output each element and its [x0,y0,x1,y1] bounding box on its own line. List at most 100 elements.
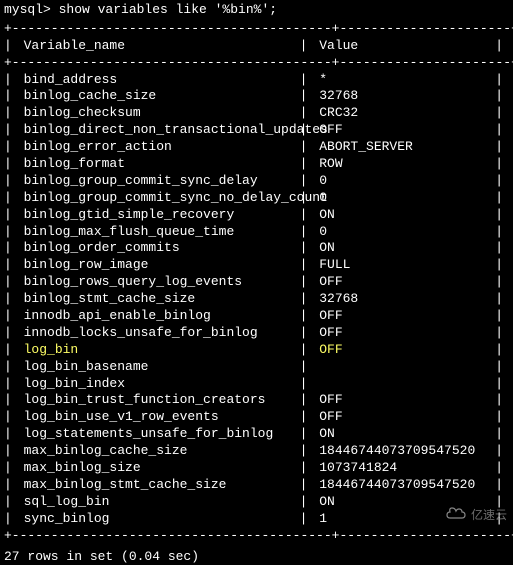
table-row: | binlog_max_flush_queue_time| 0| [4,224,509,241]
column-separator: | [495,240,503,257]
variable-name-cell: binlog_rows_query_log_events [20,274,300,291]
column-separator: | [495,122,503,139]
value-cell: FULL [315,257,495,274]
value-cell: 1073741824 [315,460,495,477]
column-separator: | [300,105,316,122]
variable-name-cell: binlog_group_commit_sync_delay [20,173,300,190]
value-cell: CRC32 [315,105,495,122]
column-separator: | [4,325,20,342]
column-separator: | [4,105,20,122]
column-separator: | [4,409,20,426]
column-separator: | [300,342,316,359]
table-row: | binlog_rows_query_log_events| OFF| [4,274,509,291]
value-cell: OFF [315,342,495,359]
variable-name-cell: binlog_direct_non_transactional_updates [20,122,300,139]
column-separator: | [4,156,20,173]
variable-name-cell: binlog_checksum [20,105,300,122]
variable-name-cell: sync_binlog [20,511,300,528]
column-separator: | [4,257,20,274]
mysql-prompt[interactable]: mysql> show variables like '%bin%'; [4,2,509,19]
column-separator: | [495,477,503,494]
column-separator: | [300,38,316,55]
table-row: | log_bin_use_v1_row_events| OFF| [4,409,509,426]
cloud-icon [445,506,467,526]
table-header-row: | Variable_name | Value | [4,38,509,55]
column-separator: | [300,409,316,426]
column-separator: | [300,72,316,89]
column-separator: | [495,224,503,241]
column-separator: | [4,460,20,477]
column-separator: | [495,460,503,477]
table-border-bot: +---------------------------------------… [4,528,509,545]
value-cell: ON [315,240,495,257]
value-cell: OFF [315,308,495,325]
column-separator: | [4,376,20,393]
column-separator: | [4,308,20,325]
variable-name-cell: binlog_group_commit_sync_no_delay_count [20,190,300,207]
column-separator: | [4,190,20,207]
column-separator: | [4,443,20,460]
column-separator: | [495,308,503,325]
value-cell: OFF [315,274,495,291]
column-separator: | [300,291,316,308]
table-body: | bind_address| *|| binlog_cache_size| 3… [4,72,509,528]
table-row: | sql_log_bin| ON| [4,494,509,511]
column-separator: | [300,224,316,241]
column-separator: | [495,274,503,291]
column-separator: | [300,240,316,257]
column-separator: | [495,426,503,443]
column-separator: | [4,392,20,409]
table-row: | max_binlog_size| 1073741824| [4,460,509,477]
column-separator: | [300,156,316,173]
column-separator: | [4,426,20,443]
column-separator: | [495,376,503,393]
column-separator: | [300,190,316,207]
value-cell: ABORT_SERVER [315,139,495,156]
table-row: | sync_binlog| 1| [4,511,509,528]
column-separator: | [300,359,316,376]
variable-name-cell: max_binlog_stmt_cache_size [20,477,300,494]
table-row: | log_bin_index| | [4,376,509,393]
column-separator: | [300,274,316,291]
value-cell: 18446744073709547520 [315,443,495,460]
column-separator: | [4,88,20,105]
column-separator: | [4,494,20,511]
variable-name-cell: log_statements_unsafe_for_binlog [20,426,300,443]
column-separator: | [495,409,503,426]
table-row: | binlog_stmt_cache_size| 32768| [4,291,509,308]
column-separator: | [300,494,316,511]
table-row: | binlog_group_commit_sync_delay| 0| [4,173,509,190]
column-separator: | [300,392,316,409]
table-row: | binlog_group_commit_sync_no_delay_coun… [4,190,509,207]
table-row: | binlog_order_commits| ON| [4,240,509,257]
column-separator: | [4,173,20,190]
column-separator: | [300,207,316,224]
column-separator: | [4,477,20,494]
value-cell: OFF [315,325,495,342]
value-cell: OFF [315,122,495,139]
variable-name-cell: max_binlog_cache_size [20,443,300,460]
header-value: Value [315,38,495,55]
column-separator: | [495,88,503,105]
column-separator: | [300,511,316,528]
column-separator: | [4,38,20,55]
value-cell [315,376,495,393]
column-separator: | [300,477,316,494]
column-separator: | [4,224,20,241]
variable-name-cell: binlog_error_action [20,139,300,156]
table-row: | innodb_api_enable_binlog| OFF| [4,308,509,325]
column-separator: | [495,105,503,122]
column-separator: | [495,359,503,376]
variable-name-cell: binlog_max_flush_queue_time [20,224,300,241]
table-row: | max_binlog_cache_size| 184467440737095… [4,443,509,460]
column-separator: | [300,426,316,443]
watermark: 亿速云 [445,506,507,526]
table-row: | binlog_cache_size| 32768| [4,88,509,105]
column-separator: | [495,173,503,190]
header-variable-name: Variable_name [20,38,300,55]
column-separator: | [300,139,316,156]
column-separator: | [4,342,20,359]
result-count: 27 rows in set (0.04 sec) [4,549,509,565]
table-row: | binlog_direct_non_transactional_update… [4,122,509,139]
column-separator: | [495,38,503,55]
